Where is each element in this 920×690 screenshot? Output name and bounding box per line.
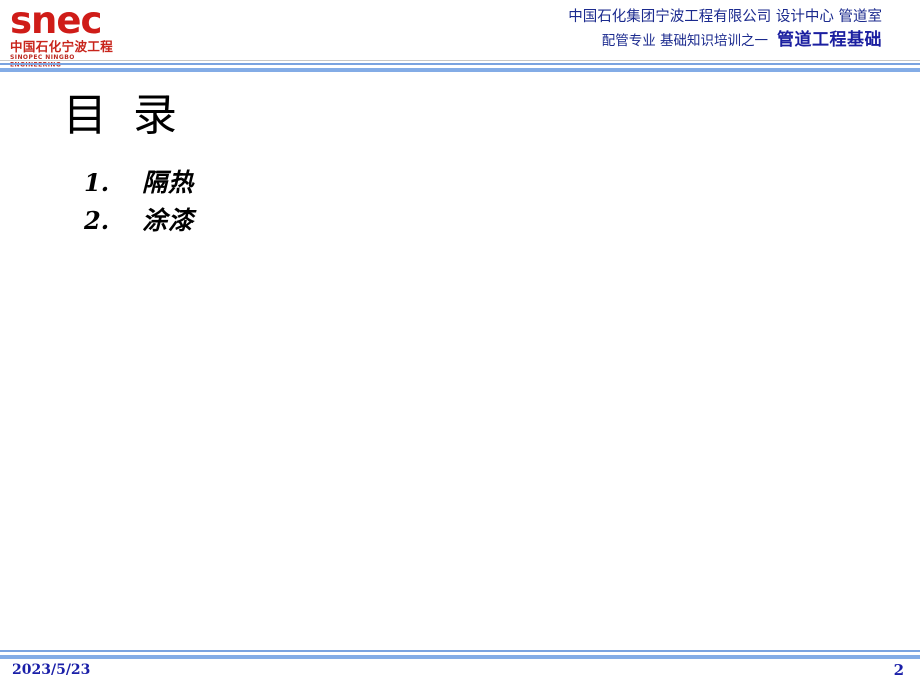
header-course-prefix: 配管专业 基础知识培训之一 (601, 33, 768, 49)
header-rule-top (0, 63, 920, 65)
list-item[interactable]: 2. 涂漆 (84, 201, 194, 239)
header-title-block: 中国石化集团宁波工程有限公司 设计中心 管道室 配管专业 基础知识培训之一 管道工… (568, 6, 882, 53)
footer-rule-bottom (0, 655, 920, 659)
list-item-label: 隔热 (142, 168, 195, 197)
header-line-course: 配管专业 基础知识培训之一 管道工程基础 (568, 28, 882, 53)
slide-header: snec 中国石化宁波工程 SINOPEC NINGBO ENGINEERING… (0, 0, 920, 72)
list-item-label: 涂漆 (142, 206, 195, 235)
header-hairline (0, 60, 920, 61)
header-rule-bottom (0, 68, 920, 72)
footer-rule-top (0, 650, 920, 652)
logo-chinese-name: 中国石化宁波工程 (10, 39, 114, 54)
logo-english-name: SINOPEC NINGBO ENGINEERING (10, 54, 75, 68)
list-item[interactable]: 1. 隔热 (84, 163, 194, 201)
list-item-number: 1. (84, 168, 110, 197)
header-line-department: 中国石化集团宁波工程有限公司 设计中心 管道室 (568, 9, 882, 25)
page-title: 目 录 (63, 90, 183, 141)
slide-canvas: snec 中国石化宁波工程 SINOPEC NINGBO ENGINEERING… (0, 0, 920, 690)
header-course-title: 管道工程基础 (777, 30, 882, 50)
footer-page-number: 2 (893, 661, 904, 679)
logo-wordmark: snec (10, 0, 102, 42)
footer-date: 2023/5/23 (12, 662, 91, 678)
slide-footer: 2023/5/23 2 (0, 648, 920, 690)
company-logo: snec 中国石化宁波工程 SINOPEC NINGBO ENGINEERING (8, 0, 128, 68)
list-item-number: 2. (84, 206, 110, 235)
table-of-contents-list: 1. 隔热 2. 涂漆 (84, 163, 194, 239)
